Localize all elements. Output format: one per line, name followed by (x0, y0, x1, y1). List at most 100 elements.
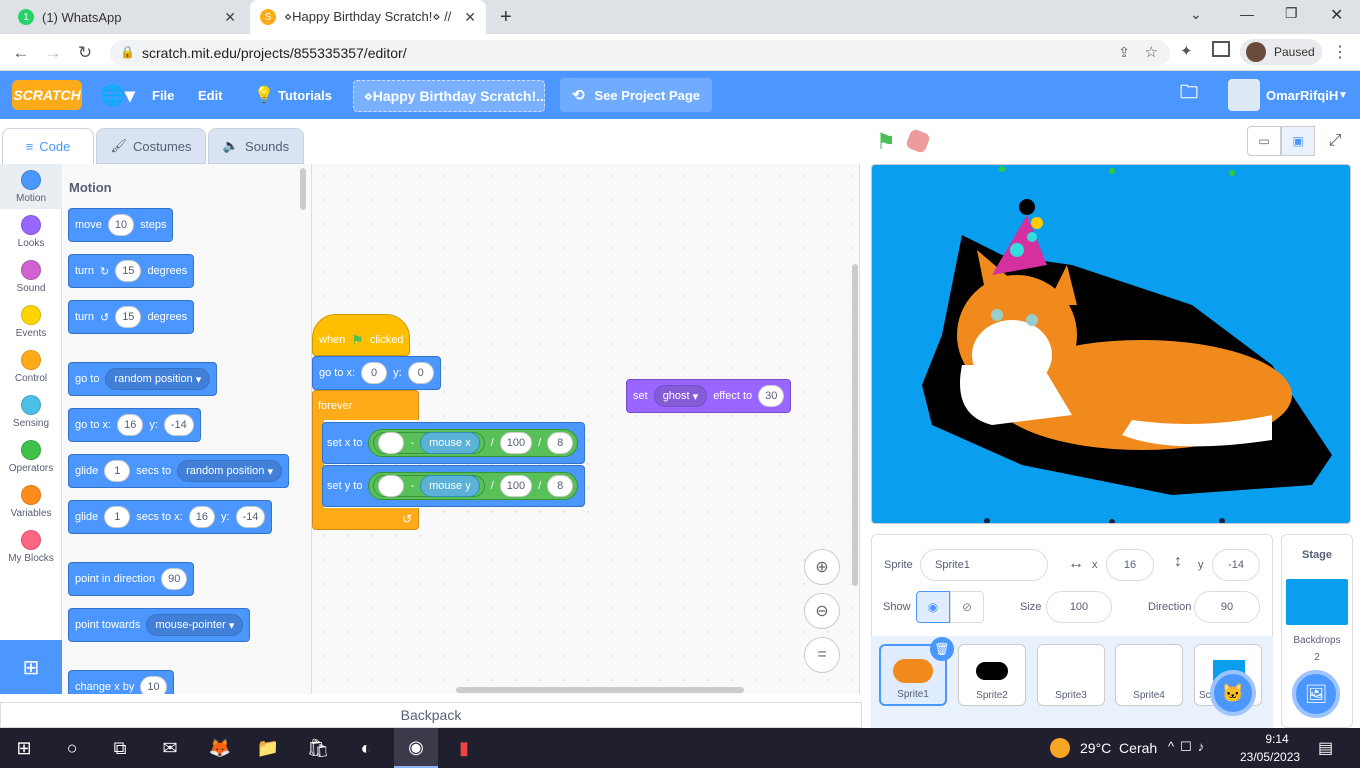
category-sound[interactable]: Sound (0, 254, 62, 299)
share-icon[interactable]: ⇪ (1118, 44, 1130, 61)
delete-sprite-icon[interactable]: 🗑 (930, 637, 954, 661)
block-goto-xy[interactable]: go to x: 0 y: 0 (312, 356, 441, 390)
clock-time[interactable]: 9:14 (1262, 732, 1292, 746)
menu-tutorials[interactable]: Tutorials (278, 71, 332, 119)
y-input[interactable]: -14 (1212, 549, 1260, 581)
stop-icon[interactable] (904, 127, 932, 155)
block-glide[interactable]: glide 1 secs to random position ▾ (68, 454, 289, 488)
block-input[interactable]: 15 (115, 306, 142, 328)
block-input[interactable]: 90 (161, 568, 188, 590)
sensing-mouse-y[interactable]: mouse y (420, 475, 480, 497)
block-dropdown[interactable]: mouse-pointer ▾ (146, 614, 244, 636)
block-input[interactable]: 16 (117, 414, 144, 436)
block-dropdown[interactable]: ghost ▾ (653, 385, 708, 407)
block-point-direction[interactable]: point in direction 90 (68, 562, 195, 596)
chrome-icon[interactable]: ◉ (394, 728, 438, 768)
sprite-thumb-2[interactable]: Sprite2 (958, 644, 1026, 706)
new-tab-icon[interactable]: + (500, 6, 512, 29)
block-goto-xy[interactable]: go to x: 16 y: -14 (68, 408, 201, 442)
block-input[interactable]: 10 (107, 214, 135, 236)
show-eye-icon[interactable]: ◉ (916, 591, 950, 623)
direction-input[interactable]: 90 (1194, 591, 1260, 623)
back-icon[interactable]: ← (8, 40, 34, 66)
tab-sounds[interactable]: 🔈 Sounds (208, 128, 304, 164)
category-operators[interactable]: Operators (0, 434, 62, 479)
see-project-page-button[interactable]: ⟲ See Project Page (560, 78, 712, 112)
block-set-y[interactable]: set y to - mouse y / 100 / 8 (322, 465, 586, 507)
small-stage-icon[interactable]: ▭ (1247, 126, 1281, 156)
operator-subtract[interactable]: - mouse y (373, 475, 485, 497)
windows-start-icon[interactable]: ⊞ (2, 728, 46, 768)
category-variables[interactable]: Variables (0, 479, 62, 524)
category-looks[interactable]: Looks (0, 209, 62, 254)
block-input[interactable]: 16 (188, 506, 215, 528)
file-explorer-icon[interactable]: 📁 (246, 728, 290, 768)
block-turn-right[interactable]: turn ↻ 15 degrees (68, 254, 195, 288)
block-input[interactable]: 30 (758, 385, 785, 407)
minimize-icon[interactable]: — (1240, 6, 1254, 22)
close-icon[interactable]: ✕ (464, 9, 476, 26)
chevron-down-icon[interactable]: ▼ (1338, 71, 1348, 119)
my-stuff-folder-icon[interactable]: 🗀 (1180, 71, 1198, 119)
x-input[interactable]: 16 (1106, 549, 1154, 581)
add-sprite-icon[interactable]: 🐱 (1210, 670, 1256, 716)
tab-search-icon[interactable]: ⌄ (1190, 6, 1202, 23)
tab-costumes[interactable]: 🖌 Costumes (96, 128, 206, 164)
block-input[interactable]: 15 (115, 260, 142, 282)
block-input[interactable]: 100 (499, 475, 533, 497)
block-input[interactable]: 1 (104, 506, 131, 528)
operator-subtract[interactable]: - mouse x (373, 432, 485, 454)
weather-text[interactable]: 29°C Cerah (1080, 740, 1157, 756)
sidepanel-icon[interactable] (1212, 41, 1230, 57)
workspace-h-scrollbar[interactable] (456, 687, 744, 693)
store-icon[interactable]: 🛍 (296, 728, 340, 768)
tab-scratch[interactable]: S ⋄Happy Birthday Scratch!⋄ // Sc ✕ (250, 0, 486, 34)
block-input[interactable]: 100 (499, 432, 533, 454)
notification-icon[interactable]: ▤ (1318, 738, 1333, 758)
close-icon[interactable]: ✕ (224, 9, 236, 26)
sprite-name-input[interactable]: Sprite1 (920, 549, 1048, 581)
menu-file[interactable]: File (152, 71, 174, 119)
code-workspace[interactable]: when ⚑ clicked go to x: 0 y: 0 forever ↺ set … (312, 164, 860, 694)
block-point-towards[interactable]: point towards mouse-pointer ▾ (68, 608, 251, 642)
zoom-reset-icon[interactable]: = (804, 637, 840, 673)
add-backdrop-icon[interactable]: 🖼 (1292, 670, 1340, 718)
block-input[interactable]: -14 (163, 414, 194, 436)
category-my-blocks[interactable]: My Blocks (0, 524, 62, 569)
scratch-logo[interactable]: SCRATCH (12, 80, 82, 110)
reload-icon[interactable]: ↻ (72, 40, 98, 66)
category-events[interactable]: Events (0, 299, 62, 344)
clock-date[interactable]: 23/05/2023 (1240, 750, 1300, 764)
palette-scrollbar[interactable] (300, 168, 306, 210)
more-icon[interactable]: ⋮ (1332, 42, 1348, 62)
block-input[interactable]: 8 (547, 432, 574, 454)
tab-whatsapp[interactable]: 1 (1) WhatsApp ✕ (8, 0, 246, 34)
add-extension-button[interactable]: ⊞ (0, 640, 62, 694)
mail-icon[interactable]: ✉ (148, 728, 192, 768)
project-title-input[interactable]: ⋄Happy Birthday Scratch!... (353, 80, 545, 112)
sensing-mouse-x[interactable]: mouse x (420, 432, 480, 454)
zoom-out-icon[interactable]: ⊖ (804, 593, 840, 629)
category-motion[interactable]: Motion (0, 164, 62, 209)
task-view-icon[interactable]: ⧉ (98, 728, 142, 768)
language-globe-icon[interactable]: 🌐▾ (100, 71, 135, 119)
hide-eye-icon[interactable]: ⊘ (950, 591, 984, 623)
profile-button[interactable]: Paused (1240, 39, 1322, 65)
block-dropdown[interactable]: random position ▾ (105, 368, 211, 390)
office-icon[interactable]: ▮ (442, 728, 486, 768)
block-change-x[interactable]: change x by 10 (68, 670, 174, 694)
sprite-thumb-3[interactable]: Sprite3 (1037, 644, 1105, 706)
block-input[interactable]: 1 (104, 460, 131, 482)
block-set-effect[interactable]: set ghost ▾ effect to 30 (626, 379, 792, 413)
block-move[interactable]: move 10 steps (68, 208, 174, 242)
operator-divide[interactable]: - mouse x / 100 / 8 (368, 429, 579, 457)
block-input[interactable]: -14 (235, 506, 266, 528)
user-avatar[interactable] (1228, 79, 1260, 111)
category-control[interactable]: Control (0, 344, 62, 389)
size-input[interactable]: 100 (1046, 591, 1112, 623)
large-stage-icon[interactable]: ▣ (1281, 126, 1315, 156)
maximize-icon[interactable]: ❐ (1285, 5, 1298, 22)
backpack[interactable]: Backpack (0, 702, 862, 728)
tab-code[interactable]: ≡ Code (2, 128, 94, 164)
block-when-flag-clicked[interactable]: when ⚑ clicked (312, 314, 411, 356)
